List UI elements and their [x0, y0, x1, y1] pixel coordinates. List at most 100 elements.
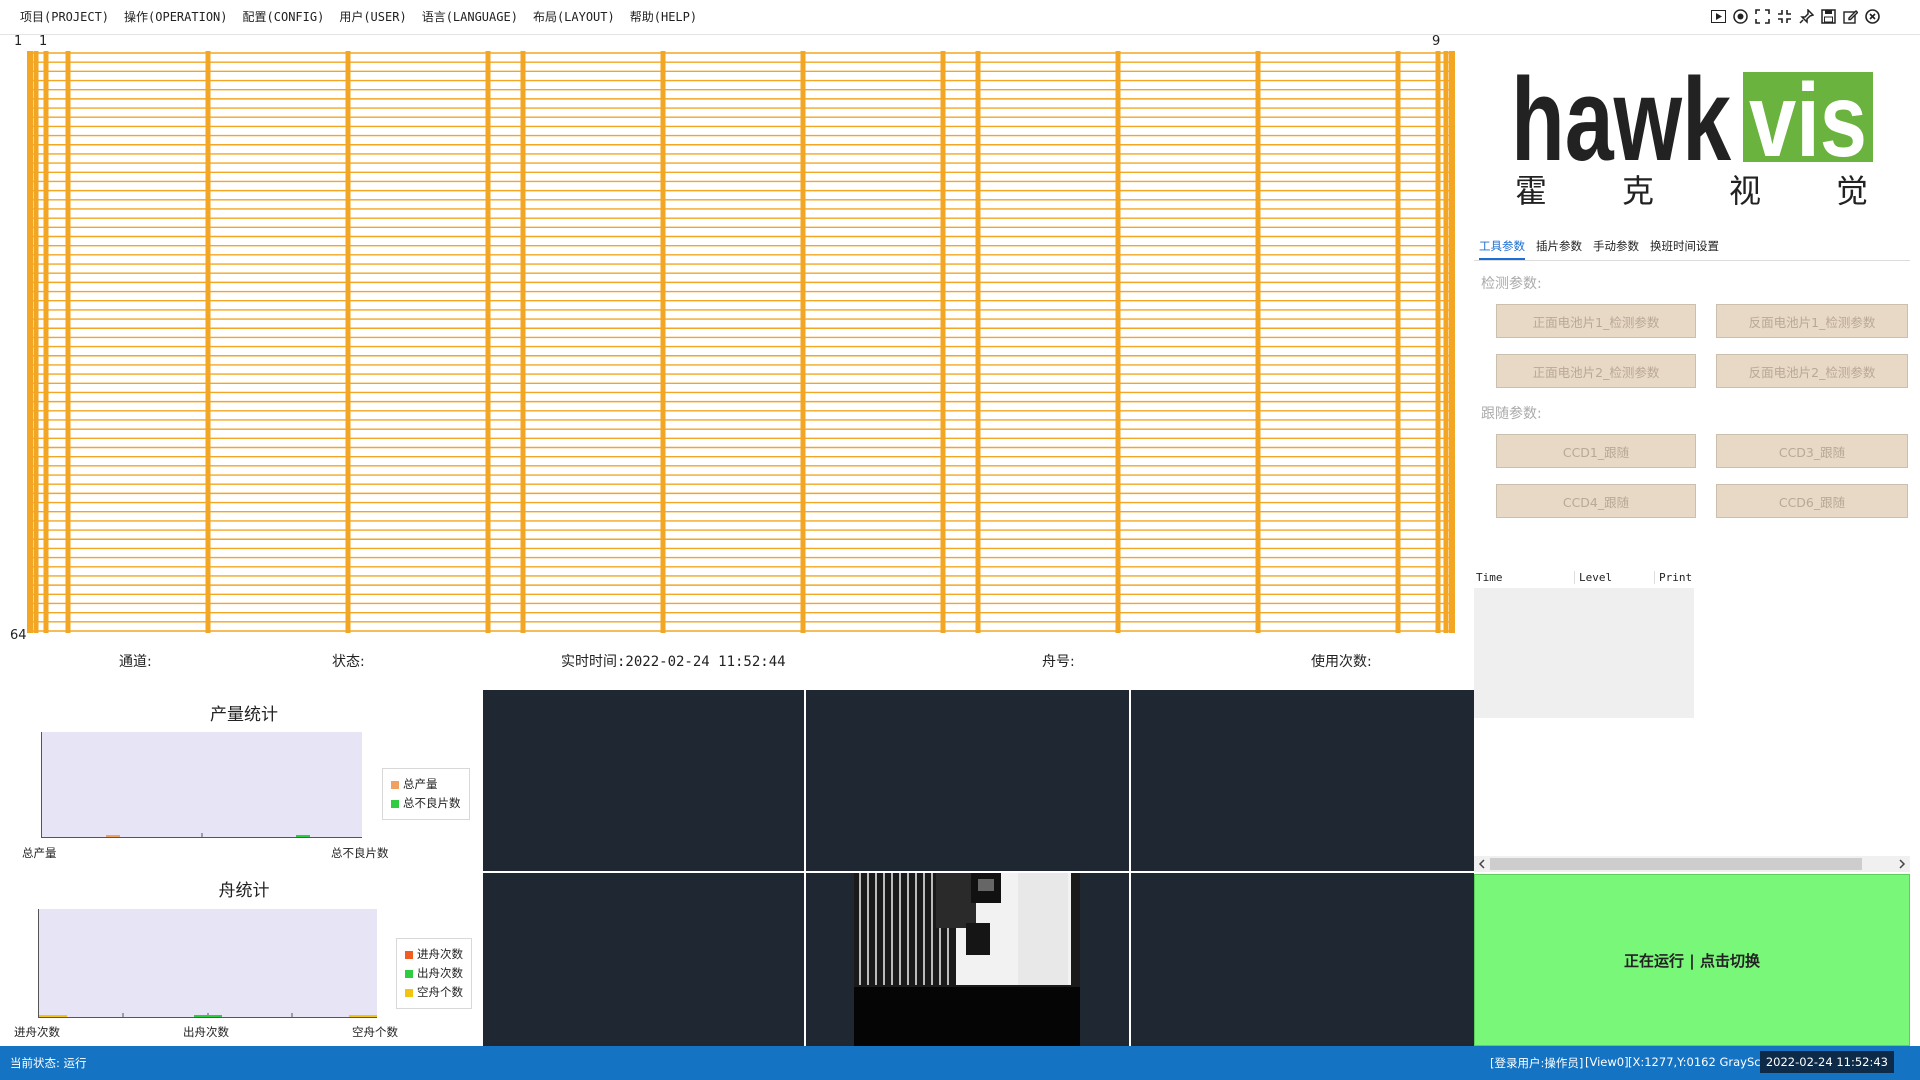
legend-label: 总产量 [403, 777, 438, 791]
menu-list: 项目(PROJECT) 操作(OPERATION) 配置(CONFIG) 用户(… [20, 8, 697, 25]
camera-grid [483, 690, 1474, 1046]
legend-label: 空舟个数 [417, 985, 463, 999]
status-label: 状态: [332, 654, 365, 670]
log-horizontal-scrollbar[interactable] [1474, 856, 1910, 872]
production-plot [106, 833, 310, 837]
legend-swatch [405, 969, 413, 978]
back-cell2-detect-button[interactable]: 反面电池片2_检测参数 [1716, 354, 1908, 388]
follow-params-label: 跟随参数: [1481, 406, 1542, 422]
boat-legend: 进舟次数 出舟次数 空舟个数 [396, 938, 472, 1009]
log-body[interactable] [1474, 588, 1694, 718]
legend-item-in: 进舟次数 [405, 945, 463, 964]
realtime-label: 实时时间:2022-02-24 11:52:44 [561, 654, 786, 670]
front-cell2-detect-button[interactable]: 正面电池片2_检测参数 [1496, 354, 1696, 388]
record-icon[interactable] [1732, 8, 1748, 24]
edit-icon[interactable] [1842, 8, 1858, 24]
tab-manual-params[interactable]: 手动参数 [1593, 238, 1639, 254]
legend-label: 总不良片数 [403, 796, 461, 810]
ccd4-follow-button[interactable]: CCD4_跟随 [1496, 484, 1696, 518]
detect-params-label: 检测参数: [1481, 276, 1542, 292]
channel-label: 通道: [119, 654, 152, 670]
menu-user[interactable]: 用户(USER) [339, 8, 406, 25]
slot-grid-canvas [27, 51, 1455, 633]
menu-operation[interactable]: 操作(OPERATION) [124, 8, 227, 25]
slot-grid: 1 1 9 64 [0, 34, 1472, 643]
legend-item-total: 总产量 [391, 775, 461, 794]
shrink-icon[interactable] [1776, 8, 1792, 24]
back-cell1-detect-button[interactable]: 反面电池片1_检测参数 [1716, 304, 1908, 338]
log-col-print[interactable]: Print [1654, 571, 1692, 584]
current-status: 当前状态: 运行 [10, 1056, 87, 1070]
scroll-right-icon[interactable] [1897, 856, 1907, 872]
boat-x-tick: 出舟次数 [183, 1025, 229, 1039]
play-icon[interactable] [1710, 8, 1726, 24]
production-legend: 总产量 总不良片数 [382, 768, 470, 820]
use-count-label: 使用次数: [1311, 654, 1372, 670]
production-stats-panel: 产量统计 总产量 总不良片数 总产量 总不良片数 [6, 690, 482, 866]
fullscreen-icon[interactable] [1754, 8, 1770, 24]
camera-view-1[interactable] [483, 690, 804, 871]
status-clock: 2022-02-24 11:52:43 [1759, 1051, 1894, 1073]
camera-view-2[interactable] [806, 690, 1129, 871]
logo-char: 克 [1622, 172, 1654, 210]
logo-char: 霍 [1515, 172, 1547, 210]
menu-language[interactable]: 语言(LANGUAGE) [422, 8, 518, 25]
legend-item-defect: 总不良片数 [391, 794, 461, 813]
legend-label: 出舟次数 [417, 966, 463, 980]
production-x-tick: 总不良片数 [331, 846, 389, 860]
scroll-left-icon[interactable] [1477, 856, 1487, 872]
legend-item-empty: 空舟个数 [405, 983, 463, 1002]
production-x-tick: 总产量 [22, 846, 57, 860]
boat-x-tick: 空舟个数 [352, 1025, 398, 1039]
boat-x-tick: 进舟次数 [14, 1025, 60, 1039]
row-label-first: 1 [14, 34, 23, 49]
ccd6-follow-button[interactable]: CCD6_跟随 [1716, 484, 1908, 518]
menu-config[interactable]: 配置(CONFIG) [243, 8, 325, 25]
log-col-level[interactable]: Level [1574, 571, 1612, 584]
boat-chart-title: 舟统计 [218, 881, 270, 901]
col-label-first: 1 [39, 34, 48, 49]
ccd3-follow-button[interactable]: CCD3_跟随 [1716, 434, 1908, 468]
logo-char: 觉 [1836, 172, 1868, 210]
production-plot-area [41, 732, 362, 838]
legend-swatch [405, 950, 413, 959]
tab-tool-params[interactable]: 工具参数 [1479, 238, 1525, 260]
view-indicator: [View0] [1585, 1055, 1629, 1069]
camera-view-3[interactable] [1131, 690, 1474, 871]
tab-shift-time[interactable]: 换班时间设置 [1650, 238, 1719, 254]
boat-stats-panel: 舟统计 进舟次数 出舟次数 空舟个数 进舟次数 出舟次数 空舟个数 [6, 868, 482, 1046]
run-toggle-button[interactable]: 正在运行 | 点击切换 [1474, 874, 1910, 1046]
menu-bar: 项目(PROJECT) 操作(OPERATION) 配置(CONFIG) 用户(… [0, 0, 1920, 35]
save-icon[interactable] [1820, 8, 1836, 24]
front-cell1-detect-button[interactable]: 正面电池片1_检测参数 [1496, 304, 1696, 338]
legend-swatch [391, 799, 399, 808]
camera-view-5[interactable] [806, 873, 1129, 1046]
camera-image [854, 873, 1080, 1046]
legend-item-out: 出舟次数 [405, 964, 463, 983]
menu-layout[interactable]: 布局(LAYOUT) [533, 8, 615, 25]
ccd1-follow-button[interactable]: CCD1_跟随 [1496, 434, 1696, 468]
menu-project[interactable]: 项目(PROJECT) [20, 8, 109, 25]
tab-insert-params[interactable]: 插片参数 [1536, 238, 1582, 254]
scroll-thumb[interactable] [1490, 858, 1862, 870]
menu-help[interactable]: 帮助(HELP) [630, 8, 697, 25]
info-row: 通道: 状态: 实时时间:2022-02-24 11:52:44 舟号: 使用次… [0, 640, 1472, 680]
param-tabs: 工具参数 插片参数 手动参数 换班时间设置 [1474, 234, 1910, 261]
close-icon[interactable] [1864, 8, 1880, 24]
legend-swatch [391, 780, 399, 789]
logo-word-right: vis [1749, 63, 1867, 179]
camera-view-4[interactable] [483, 873, 804, 1046]
production-chart-title: 产量统计 [210, 705, 278, 725]
log-col-time[interactable]: Time [1476, 571, 1503, 584]
camera-view-6[interactable] [1131, 873, 1474, 1046]
legend-swatch [405, 988, 413, 997]
logo-graphic: hawk vis 霍 克 视 觉 [1511, 54, 1873, 210]
hawkvis-logo: hawk vis 霍 克 视 觉 [1477, 40, 1907, 220]
boat-plot-area [38, 909, 377, 1018]
boat-plot [39, 1013, 377, 1017]
col-label-last: 9 [1432, 34, 1441, 49]
pin-icon[interactable] [1798, 8, 1814, 24]
login-user: [登录用户:操作员] [1490, 1056, 1584, 1070]
logo-char: 视 [1729, 172, 1761, 210]
logo-word-left: hawk [1511, 54, 1731, 186]
